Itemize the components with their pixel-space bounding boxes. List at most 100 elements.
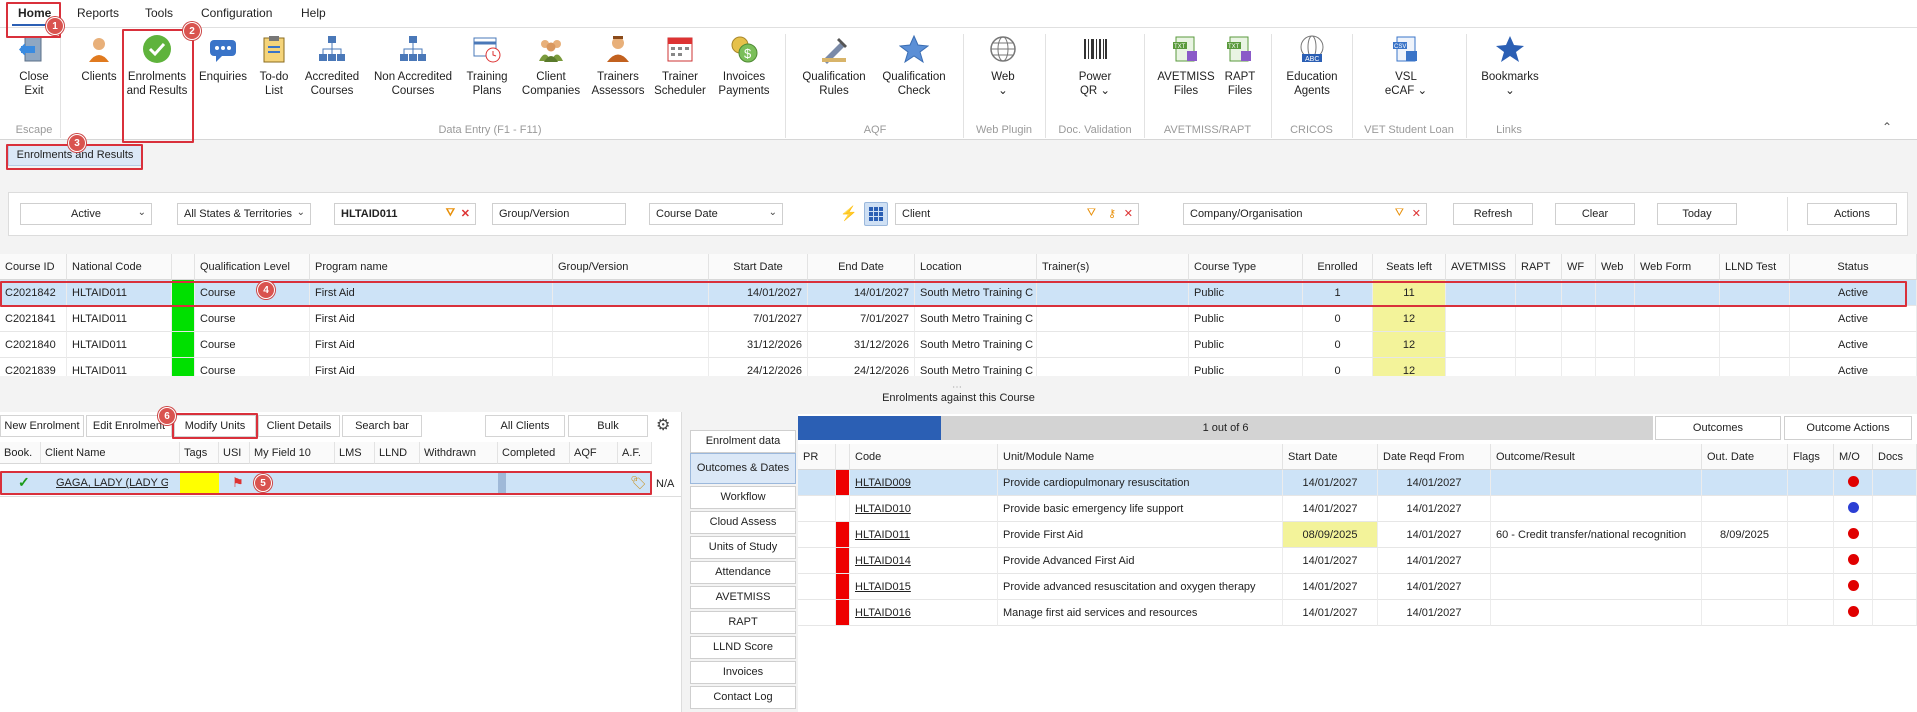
mo-cell[interactable] [1834,548,1873,574]
date-reqd-cell[interactable]: 14/01/2027 [1378,548,1491,574]
table-cell[interactable]: 31/12/2026 [709,332,808,358]
todo-list-button[interactable]: To-do List [256,32,292,98]
date-reqd-cell[interactable]: 14/01/2027 [1378,522,1491,548]
column-header[interactable]: Start Date [709,254,808,280]
column-header[interactable]: Status [1790,254,1917,280]
seats-left-cell[interactable]: 12 [1373,306,1446,332]
table-cell[interactable]: Active [1790,358,1917,376]
table-cell[interactable] [1446,358,1516,376]
column-header[interactable]: Flags [1788,444,1834,470]
table-cell[interactable]: 24/12/2026 [709,358,808,376]
grid-view-toggle[interactable] [864,202,888,226]
mo-cell[interactable] [1834,600,1873,626]
column-header[interactable]: Tags [180,442,219,464]
bulk-button[interactable]: Bulk [568,415,648,437]
column-header[interactable]: Date Reqd From [1378,444,1491,470]
status-color-cell[interactable] [172,306,195,332]
table-cell[interactable]: Course [195,358,310,376]
splitter-grip-icon[interactable]: ⋯ [952,382,962,393]
table-cell[interactable]: C2021840 [0,332,67,358]
start-date-cell[interactable]: 08/09/2025 [1283,522,1378,548]
column-header[interactable]: Location [915,254,1037,280]
bookmarks-button[interactable]: Bookmarks ⌄ [1474,32,1546,98]
table-cell[interactable] [1516,306,1562,332]
client-filter-input[interactable]: Client ⛛ ⚷ ✕ [895,203,1139,225]
column-header[interactable]: PR [798,444,836,470]
start-date-cell[interactable]: 14/01/2027 [1283,600,1378,626]
table-cell[interactable]: South Metro Training C [915,358,1037,376]
group-version-input[interactable]: Group/Version [492,203,626,225]
table-cell[interactable]: First Aid [310,306,553,332]
table-cell[interactable] [553,332,709,358]
filter-icon[interactable]: ⛛ [446,207,455,220]
table-cell[interactable]: 0 [1303,306,1373,332]
side-tab-cloud-assess[interactable]: Cloud Assess [690,511,796,534]
column-header[interactable]: Course ID [0,254,67,280]
outcomes-button[interactable]: Outcomes [1655,416,1781,440]
outcome-actions-button[interactable]: Outcome Actions [1784,416,1912,440]
settings-gear-icon[interactable]: ⚙ [656,415,670,435]
column-header[interactable]: Docs [1873,444,1917,470]
trainers-assessors-button[interactable]: Trainers Assessors [590,32,646,98]
docs-cell[interactable] [1873,522,1917,548]
key-icon[interactable]: ⚷ [1108,207,1116,220]
mo-cell[interactable] [1834,522,1873,548]
column-header[interactable]: AQF [570,442,618,464]
table-cell[interactable]: South Metro Training C [915,306,1037,332]
web-button[interactable]: Web ⌄ [975,32,1031,98]
column-header[interactable]: Seats left [1373,254,1446,280]
table-cell[interactable] [1516,358,1562,376]
outcome-cell[interactable] [1491,600,1702,626]
states-filter-select[interactable]: All States & Territories ⌄ [177,203,311,225]
column-header[interactable] [172,254,195,280]
column-header[interactable]: My Field 10 [250,442,335,464]
unit-code-link[interactable]: HLTAID010 [850,496,998,522]
unit-name-cell[interactable]: Provide advanced resuscitation and oxyge… [998,574,1283,600]
table-cell[interactable] [1562,358,1596,376]
course-code-filter-input[interactable]: HLTAID011 ⛛ ✕ [334,203,476,225]
table-cell[interactable]: Course [195,332,310,358]
column-header[interactable]: AVETMISS [1446,254,1516,280]
out-date-cell[interactable]: 8/09/2025 [1702,522,1788,548]
column-header[interactable] [836,444,850,470]
column-header[interactable]: Unit/Module Name [998,444,1283,470]
column-header[interactable]: End Date [808,254,915,280]
column-header[interactable]: LLND Test [1720,254,1790,280]
table-cell[interactable] [1037,358,1189,376]
table-cell[interactable]: Public [1189,306,1303,332]
table-cell[interactable] [1446,332,1516,358]
docs-cell[interactable] [1873,574,1917,600]
table-cell[interactable] [1720,332,1790,358]
out-date-cell[interactable] [1702,496,1788,522]
clear-filter-icon[interactable]: ✕ [1124,207,1133,220]
table-cell[interactable] [1037,332,1189,358]
client-companies-button[interactable]: Client Companies [516,32,586,98]
mo-cell[interactable] [1834,574,1873,600]
clients-button[interactable]: Clients [74,32,124,84]
table-cell[interactable]: South Metro Training C [915,332,1037,358]
table-cell[interactable] [1596,306,1635,332]
table-cell[interactable]: 7/01/2027 [808,306,915,332]
table-cell[interactable] [1635,306,1720,332]
column-header[interactable]: Web Form [1635,254,1720,280]
side-tab-workflow[interactable]: Workflow [690,486,796,509]
table-cell[interactable]: HLTAID011 [67,358,172,376]
date-type-select[interactable]: Course Date ⌄ [649,203,783,225]
flags-cell[interactable] [1788,548,1834,574]
date-reqd-cell[interactable]: 14/01/2027 [1378,496,1491,522]
outcome-cell[interactable] [1491,548,1702,574]
flags-cell[interactable] [1788,496,1834,522]
column-header[interactable]: Out. Date [1702,444,1788,470]
column-header[interactable]: Withdrawn [420,442,498,464]
side-tab-invoices[interactable]: Invoices [690,661,796,684]
table-cell[interactable]: C2021839 [0,358,67,376]
table-cell[interactable] [1635,332,1720,358]
mo-cell[interactable] [1834,496,1873,522]
column-header[interactable]: LMS [335,442,375,464]
unit-name-cell[interactable]: Manage first aid services and resources [998,600,1283,626]
out-date-cell[interactable] [1702,470,1788,496]
column-header[interactable]: USI [219,442,250,464]
table-cell[interactable] [1720,306,1790,332]
qualification-check-button[interactable]: Qualification Check [875,32,953,98]
docs-cell[interactable] [1873,548,1917,574]
